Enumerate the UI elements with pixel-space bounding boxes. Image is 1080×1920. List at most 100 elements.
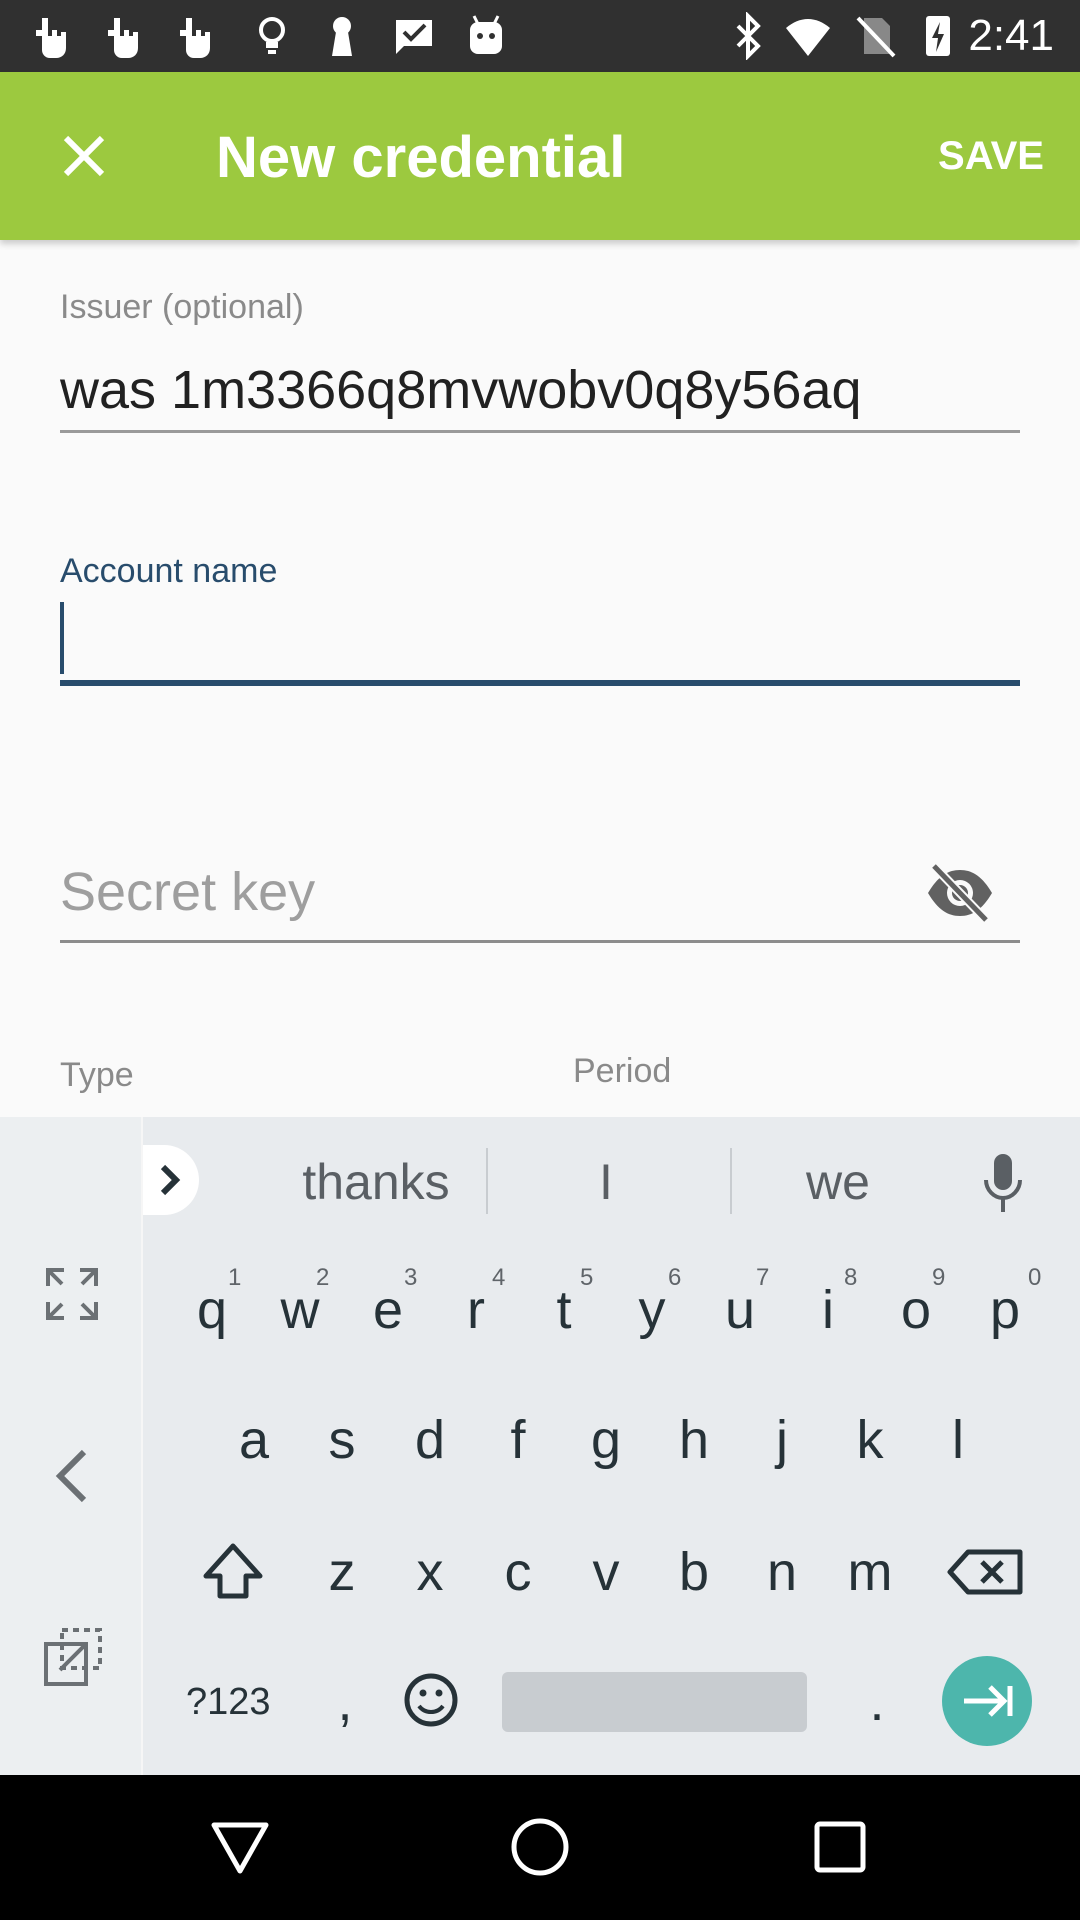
key-w[interactable]: w	[256, 1260, 344, 1360]
next-field-button[interactable]	[942, 1656, 1032, 1746]
status-bar: 2:41	[0, 0, 1080, 72]
key-hint: 8	[844, 1264, 858, 1291]
secret-key-field[interactable]: Secret key	[60, 860, 315, 924]
microphone-icon[interactable]	[978, 1152, 1028, 1216]
close-button[interactable]	[46, 118, 122, 194]
key-r[interactable]: r	[432, 1260, 520, 1360]
undock-keyboard-icon[interactable]	[42, 1626, 104, 1688]
type-label: Type	[60, 1056, 134, 1094]
key-label: u	[724, 1280, 756, 1340]
key-v[interactable]: v	[562, 1522, 650, 1622]
checkmark-flag-icon	[390, 12, 438, 60]
key-d[interactable]: d	[386, 1390, 474, 1490]
shift-key[interactable]	[188, 1522, 278, 1622]
key-label: p	[989, 1280, 1021, 1340]
key-e[interactable]: e	[344, 1260, 432, 1360]
no-sim-icon	[852, 12, 900, 60]
key-y[interactable]: y	[608, 1260, 696, 1360]
key-label: v	[592, 1542, 620, 1602]
key-label: .	[869, 1672, 885, 1732]
key-t[interactable]: t	[520, 1260, 608, 1360]
recents-button[interactable]	[808, 1815, 872, 1879]
key-label: x	[416, 1542, 444, 1602]
key-l[interactable]: l	[914, 1390, 1002, 1490]
key-m[interactable]: m	[826, 1522, 914, 1622]
lightbulb-icon	[248, 12, 296, 60]
key-b[interactable]: b	[650, 1522, 738, 1622]
key-hint: 4	[492, 1264, 506, 1291]
tab-arrow-icon	[964, 1685, 1013, 1717]
key-g[interactable]: g	[562, 1390, 650, 1490]
account-name-field[interactable]	[60, 600, 1020, 680]
suggestion-expand-button[interactable]	[143, 1145, 199, 1215]
chevron-right-icon	[160, 1164, 181, 1196]
key-a[interactable]: a	[210, 1390, 298, 1490]
back-button[interactable]	[208, 1815, 272, 1879]
key-label: s	[328, 1410, 356, 1470]
key-hint: 6	[668, 1264, 682, 1291]
suggestion-item[interactable]: I	[556, 1150, 656, 1214]
android-icon	[462, 12, 510, 60]
key-label: w	[280, 1280, 320, 1340]
key-label: o	[900, 1280, 932, 1340]
key-hint: 7	[756, 1264, 770, 1291]
backspace-key[interactable]	[940, 1522, 1030, 1622]
comma-key[interactable]: ,	[300, 1652, 390, 1752]
save-button[interactable]: SAVE	[938, 128, 1044, 184]
emoji-icon	[404, 1673, 458, 1727]
key-label: g	[590, 1410, 622, 1470]
recents-square-icon	[814, 1821, 866, 1873]
secret-key-underline	[60, 940, 1020, 943]
hand-pointer-icon	[100, 12, 148, 60]
key-label: n	[766, 1542, 798, 1602]
key-hint: 0	[1028, 1264, 1042, 1291]
issuer-label: Issuer (optional)	[60, 288, 304, 326]
expand-icon[interactable]	[44, 1266, 100, 1322]
key-u[interactable]: u	[696, 1260, 784, 1360]
key-label: h	[678, 1410, 710, 1470]
status-time: 2:41	[968, 11, 1054, 60]
visibility-off-icon[interactable]	[924, 862, 996, 924]
key-label: t	[556, 1280, 572, 1340]
key-f[interactable]: f	[474, 1390, 562, 1490]
hand-pointer-icon	[172, 12, 220, 60]
key-c[interactable]: c	[474, 1522, 562, 1622]
key-label: b	[678, 1542, 710, 1602]
key-label: f	[510, 1410, 526, 1470]
key-label: j	[776, 1410, 788, 1470]
navigation-bar	[0, 1775, 1080, 1920]
emoji-key[interactable]	[386, 1650, 476, 1750]
key-i[interactable]: i	[784, 1260, 872, 1360]
chevron-left-icon[interactable]	[52, 1448, 92, 1504]
back-triangle-icon	[211, 1822, 269, 1874]
home-button[interactable]	[508, 1815, 572, 1879]
key-n[interactable]: n	[738, 1522, 826, 1622]
key-z[interactable]: z	[298, 1522, 386, 1622]
key-label: i	[822, 1280, 834, 1340]
key-o[interactable]: o	[872, 1260, 960, 1360]
wifi-icon	[784, 12, 832, 60]
key-label: d	[414, 1410, 446, 1470]
suggestion-item[interactable]: thanks	[276, 1150, 476, 1214]
key-label: y	[638, 1280, 666, 1340]
key-hint: 5	[580, 1264, 594, 1291]
suggestion-item[interactable]: we	[788, 1150, 888, 1214]
key-h[interactable]: h	[650, 1390, 738, 1490]
issuer-underline	[60, 430, 1020, 433]
key-label: e	[372, 1280, 404, 1340]
space-bar[interactable]	[502, 1672, 807, 1732]
key-s[interactable]: s	[298, 1390, 386, 1490]
suggestion-divider	[486, 1148, 488, 1214]
bluetooth-icon	[724, 12, 772, 60]
key-q[interactable]: q	[168, 1260, 256, 1360]
symbols-key[interactable]: ?123	[186, 1670, 271, 1734]
key-j[interactable]: j	[738, 1390, 826, 1490]
issuer-field[interactable]: was 1m3366q8mvwobv0q8y56aq	[60, 358, 862, 422]
key-label: a	[238, 1410, 270, 1470]
key-label: r	[467, 1280, 485, 1340]
key-k[interactable]: k	[826, 1390, 914, 1490]
period-key[interactable]: .	[832, 1652, 922, 1752]
key-hint: 3	[404, 1264, 418, 1291]
key-x[interactable]: x	[386, 1522, 474, 1622]
account-name-label: Account name	[60, 552, 278, 590]
